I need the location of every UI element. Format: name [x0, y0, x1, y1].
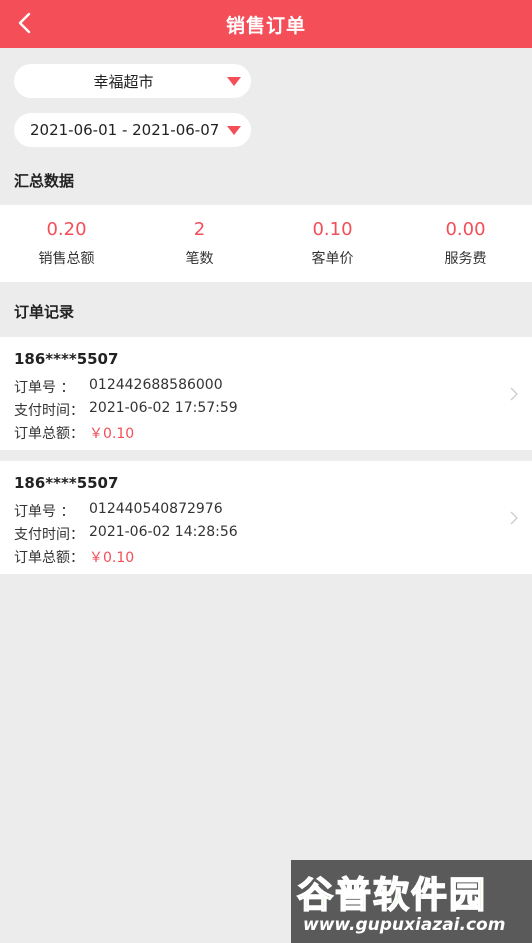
- summary-label: 客单价: [311, 251, 354, 267]
- summary-label: 笔数: [185, 251, 214, 267]
- order-number: 012442688586000: [89, 377, 223, 393]
- summary-sales-total: 0.20 销售总额: [0, 205, 133, 282]
- caret-down-icon: [227, 126, 241, 135]
- summary-label: 销售总额: [38, 251, 95, 267]
- orders-section-title: 订单记录: [14, 303, 75, 321]
- order-phone: 186****5507: [14, 474, 119, 492]
- date-range-value: 2021-06-01 - 2021-06-07: [30, 121, 220, 139]
- summary-label: 服务费: [444, 251, 487, 267]
- order-number: 012440540872976: [89, 501, 223, 517]
- summary-value: 2: [193, 219, 206, 240]
- summary-section-title: 汇总数据: [14, 172, 75, 190]
- summary-count: 2 笔数: [133, 205, 266, 282]
- order-number-row: 订单号 ： 012442688586000: [14, 377, 223, 397]
- pay-time: 2021-06-02 14:28:56: [89, 524, 238, 540]
- order-total-row: 订单总额： ￥0.10: [14, 547, 134, 567]
- chevron-right-icon: [510, 511, 518, 525]
- order-phone: 186****5507: [14, 350, 119, 368]
- pay-time-label: 支付时间：: [14, 527, 84, 543]
- watermark-url: www.gupuxiazai.com: [303, 915, 506, 935]
- app-header: 销售订单: [0, 0, 532, 48]
- order-total-row: 订单总额： ￥0.10: [14, 423, 134, 443]
- summary-panel: 0.20 销售总额 2 笔数 0.10 客单价 0.00 服务费: [0, 205, 532, 282]
- pay-time: 2021-06-02 17:57:59: [89, 400, 238, 416]
- order-total-label: 订单总额：: [14, 426, 84, 442]
- summary-service-fee: 0.00 服务费: [399, 205, 532, 282]
- order-total: ￥0.10: [89, 426, 135, 442]
- order-number-label: 订单号 ：: [14, 380, 75, 396]
- summary-avg-price: 0.10 客单价: [266, 205, 399, 282]
- pay-time-row: 支付时间： 2021-06-02 14:28:56: [14, 524, 238, 544]
- order-total-label: 订单总额：: [14, 550, 84, 566]
- order-card[interactable]: 186****5507 订单号 ： 012442688586000 支付时间： …: [0, 337, 532, 450]
- pay-time-label: 支付时间：: [14, 403, 84, 419]
- caret-down-icon: [227, 77, 241, 86]
- sales-order-page: 销售订单 幸福超市 2021-06-01 - 2021-06-07 汇总数据 0…: [0, 0, 532, 943]
- watermark-logo: 谷普软件园 www.gupuxiazai.com: [291, 860, 532, 943]
- summary-value: 0.10: [312, 219, 353, 240]
- watermark-name: 谷普软件园: [296, 874, 488, 917]
- page-title: 销售订单: [225, 14, 306, 37]
- summary-value: 0.00: [445, 219, 486, 240]
- date-range-select[interactable]: 2021-06-01 - 2021-06-07: [14, 113, 251, 147]
- chevron-right-icon: [510, 387, 518, 401]
- summary-value: 0.20: [46, 219, 87, 240]
- order-number-label: 订单号 ：: [14, 504, 75, 520]
- store-select-value: 幸福超市: [93, 72, 154, 91]
- order-number-row: 订单号 ： 012440540872976: [14, 501, 223, 521]
- chevron-left-icon: [18, 12, 31, 34]
- order-card[interactable]: 186****5507 订单号 ： 012440540872976 支付时间： …: [0, 461, 532, 574]
- pay-time-row: 支付时间： 2021-06-02 17:57:59: [14, 400, 238, 420]
- back-button[interactable]: [8, 6, 42, 40]
- store-select[interactable]: 幸福超市: [14, 64, 251, 98]
- order-total: ￥0.10: [89, 550, 135, 566]
